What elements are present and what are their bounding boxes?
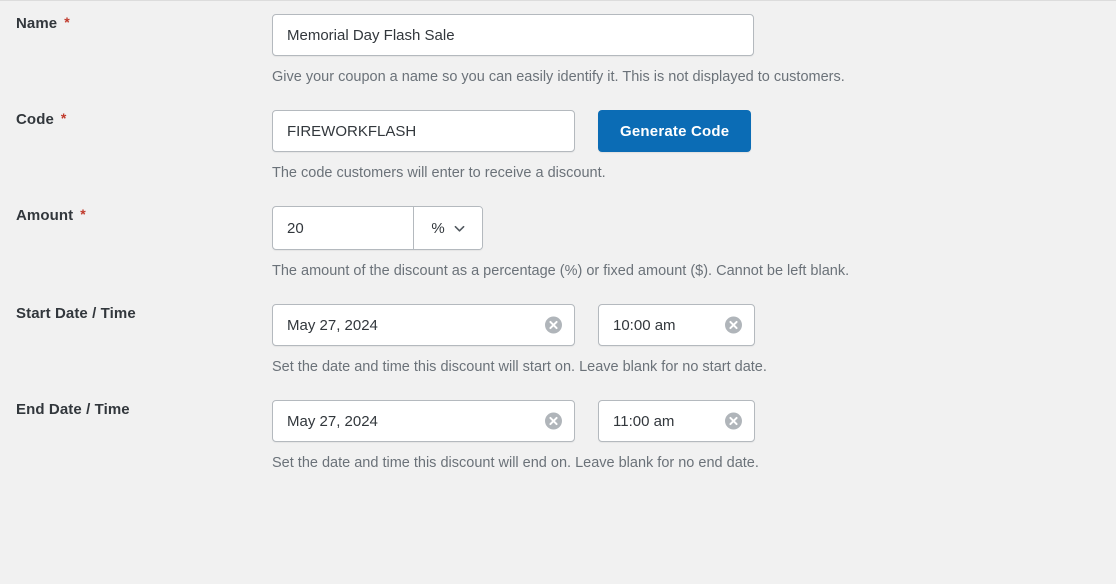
end-date-input[interactable]: [272, 400, 575, 443]
field-label-name: Name *: [16, 14, 70, 33]
name-input[interactable]: [272, 14, 754, 56]
field-label-start-date: Start Date / Time: [16, 304, 143, 323]
form-row-start-date: Start Date / Time May 27, 2024 10:00 am …: [0, 282, 1116, 378]
clear-icon: [545, 412, 562, 430]
amount-combo: %: [272, 206, 483, 251]
field-label-amount: Amount *: [16, 206, 86, 225]
form-row-amount: Amount * % The amount of the discount as …: [0, 184, 1116, 282]
label-cell-amount: Amount *: [0, 206, 272, 225]
start-time-wrapper: [598, 304, 755, 347]
label-cell-name: Name *: [0, 14, 272, 33]
start-date-input[interactable]: [272, 304, 575, 347]
field-label-amount-text: Amount: [16, 207, 74, 225]
generate-code-button[interactable]: Generate Code: [598, 110, 752, 153]
end-date-wrapper: [272, 400, 575, 443]
field-cell-end-date: Set the date and time this discount will…: [272, 400, 1116, 474]
form-row-end-date: End Date / Time May 27, 2024 11:00 am Se…: [0, 378, 1116, 474]
control-row-start-date: [272, 304, 1116, 347]
label-cell-start-date: Start Date / Time: [0, 304, 272, 323]
help-text-amount: The amount of the discount as a percenta…: [272, 263, 850, 280]
code-input[interactable]: [272, 110, 575, 153]
field-cell-amount: % The amount of the discount as a percen…: [272, 206, 1116, 282]
help-text-start-date: Set the date and time this discount will…: [272, 359, 767, 376]
field-label-name-text: Name: [16, 15, 58, 32]
start-date-clear-button[interactable]: [545, 316, 562, 334]
form-row-code: Code * Generate Code The code customers w…: [0, 88, 1116, 184]
required-asterisk-code: *: [60, 110, 67, 127]
field-label-end-date-text: End Date / Time: [16, 401, 130, 419]
label-cell-end-date: End Date / Time: [0, 400, 272, 419]
help-text-end-date: Set the date and time this discount will…: [272, 455, 759, 472]
label-cell-code: Code *: [0, 110, 272, 129]
field-label-code: Code *: [16, 110, 66, 129]
help-text-code: The code customers will enter to receive…: [272, 165, 606, 182]
help-text-name: Give your coupon a name so you can easil…: [272, 69, 845, 85]
end-date-clear-button[interactable]: [545, 412, 562, 430]
clear-icon: [725, 316, 742, 334]
control-row-code: Generate Code: [272, 110, 1116, 153]
control-row-end-date: [272, 400, 1116, 443]
field-cell-code: Generate Code The code customers will en…: [272, 110, 1116, 184]
field-label-end-date: End Date / Time: [16, 400, 137, 419]
form-row-name: Name * Give your coupon a name so you can…: [0, 4, 1116, 88]
control-row-name: [272, 14, 1116, 56]
amount-unit-value: %: [431, 219, 445, 237]
start-date-wrapper: [272, 304, 575, 347]
start-time-clear-button[interactable]: [725, 316, 742, 334]
amount-unit-select[interactable]: %: [413, 207, 482, 250]
field-label-start-date-text: Start Date / Time: [16, 305, 136, 323]
end-time-wrapper: [598, 400, 755, 443]
required-asterisk-name: *: [64, 14, 70, 30]
control-row-amount: %: [272, 206, 1116, 251]
amount-input[interactable]: [273, 207, 413, 250]
coupon-form: Name * Give your coupon a name so you can…: [0, 4, 1116, 474]
clear-icon: [725, 412, 742, 430]
field-cell-start-date: Set the date and time this discount will…: [272, 304, 1116, 378]
end-time-clear-button[interactable]: [725, 412, 742, 430]
field-label-code-text: Code: [16, 111, 54, 129]
chevron-down-icon: [454, 225, 465, 232]
required-asterisk-amount: *: [80, 206, 86, 223]
field-cell-name: Give your coupon a name so you can easil…: [272, 14, 1116, 88]
clear-icon: [545, 316, 562, 334]
